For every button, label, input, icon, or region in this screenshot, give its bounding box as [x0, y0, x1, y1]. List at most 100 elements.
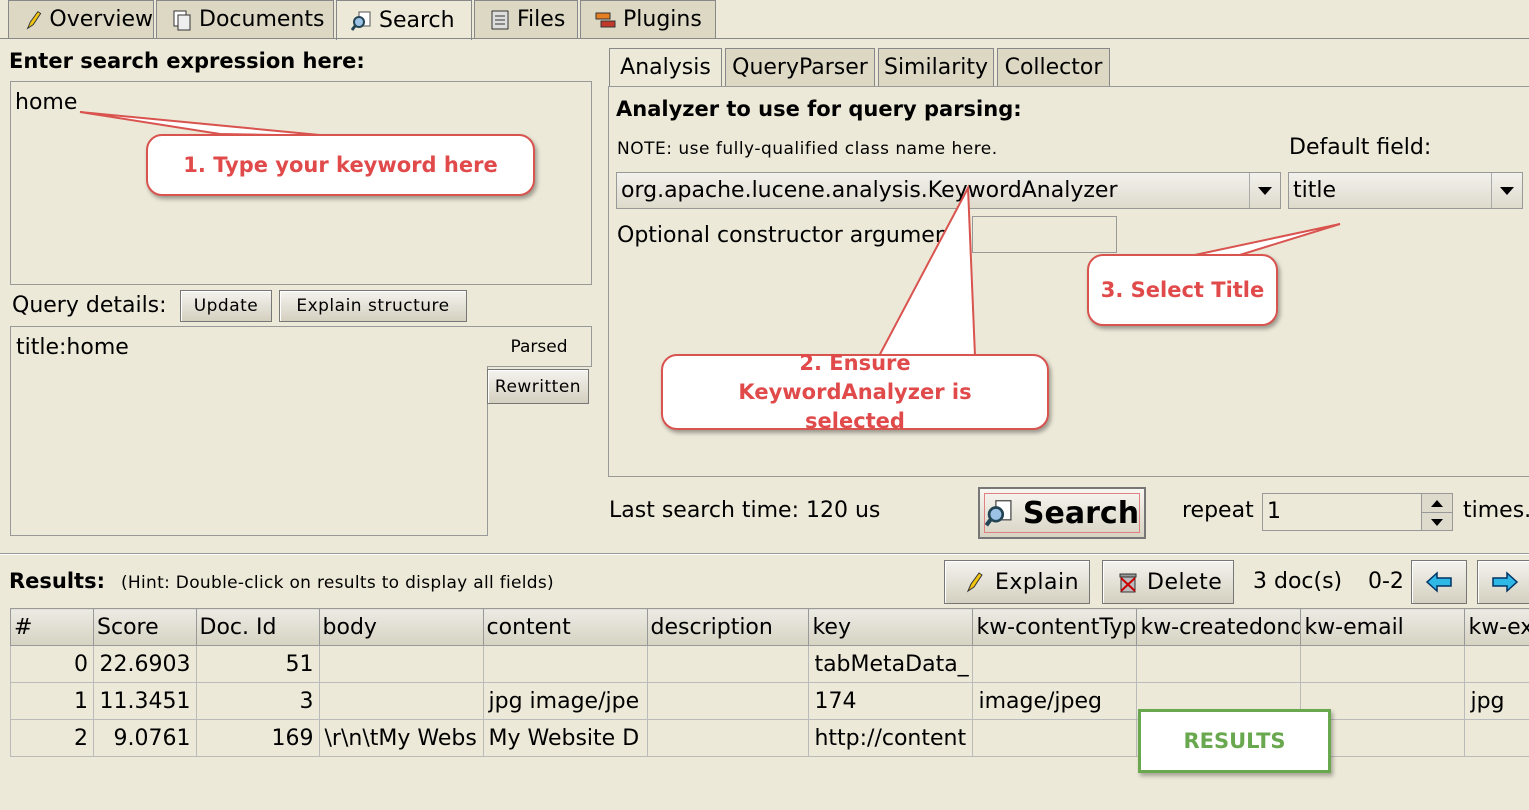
table-cell: 174: [808, 682, 974, 720]
column-header[interactable]: description: [646, 608, 810, 646]
analyzer-heading: Analyzer to use for query parsing:: [616, 97, 1022, 121]
prev-page-button[interactable]: [1411, 560, 1467, 604]
plugins-icon: [595, 12, 616, 27]
table-cell: [319, 756, 484, 794]
search-button[interactable]: Search: [978, 487, 1146, 539]
table-cell: 9.0761: [93, 719, 197, 757]
search-button-focus-ring: [984, 493, 1140, 533]
tab-search[interactable]: Search: [336, 0, 472, 40]
tab-queryparser[interactable]: QueryParser: [725, 48, 875, 86]
tab-overview[interactable]: Overview: [8, 0, 154, 38]
table-cell: [647, 756, 809, 794]
chevron-down-icon[interactable]: [1249, 173, 1280, 208]
result-range: 0-2: [1368, 569, 1404, 594]
table-cell: [1300, 645, 1466, 683]
tab-plugins[interactable]: Plugins: [580, 0, 716, 38]
table-cell: My Website D: [482, 719, 648, 757]
column-header[interactable]: kw-exten: [1464, 608, 1529, 646]
query-details-label: Query details:: [12, 293, 167, 318]
tab-rewritten[interactable]: Rewritten: [487, 369, 589, 404]
ctor-arg-input[interactable]: [972, 216, 1117, 253]
doc-count: 3 doc(s): [1253, 569, 1343, 594]
analyzer-note: NOTE: use fully-qualified class name her…: [617, 139, 998, 159]
last-search-time: Last search time: 120 us: [609, 498, 881, 523]
delete-button[interactable]: Delete: [1102, 560, 1234, 604]
column-header[interactable]: Score: [93, 608, 197, 646]
tab-analysis[interactable]: Analysis: [609, 48, 722, 86]
callout-ensure-analyzer: 2. Ensure KeywordAnalyzer is selected: [661, 351, 1049, 433]
table-cell: 1: [10, 682, 95, 720]
table-cell: 2: [10, 719, 95, 757]
tab-documents[interactable]: Documents: [156, 0, 334, 38]
search-icon: [351, 11, 371, 31]
next-page-button[interactable]: [1477, 560, 1529, 604]
repeat-label: repeat: [1182, 498, 1254, 523]
update-button[interactable]: Update: [180, 290, 272, 322]
column-header[interactable]: body: [318, 608, 484, 646]
ctor-arg-label: Optional constructor argument: [617, 223, 958, 248]
tab-collector[interactable]: Collector: [997, 48, 1110, 86]
results-hint: (Hint: Double-click on results to displa…: [121, 573, 554, 593]
table-cell: [646, 719, 810, 757]
table-cell: [318, 645, 484, 683]
table-cell: [646, 645, 810, 683]
table-cell: 11.3451: [93, 682, 197, 720]
table-cell: \r\n\tMy Webs: [318, 719, 484, 757]
files-icon: [491, 10, 509, 29]
repeat-input[interactable]: 1: [1262, 493, 1422, 531]
pencil-icon: [966, 572, 983, 593]
table-cell: 51: [195, 645, 320, 683]
table-cell: [1464, 719, 1529, 757]
spinner-down-icon[interactable]: [1422, 513, 1452, 531]
tab-parsed[interactable]: Parsed: [487, 326, 592, 367]
callout-select-title: 3. Select Title: [1087, 254, 1278, 326]
column-header[interactable]: content: [482, 608, 648, 646]
analyzer-select[interactable]: org.apache.lucene.analysis.KeywordAnalyz…: [616, 172, 1281, 209]
table-cell: [196, 756, 320, 794]
repeat-spinner[interactable]: [1421, 493, 1453, 531]
tab-files[interactable]: Files: [474, 0, 578, 38]
table-cell: [10, 756, 94, 794]
parsed-query-view: title:home: [10, 326, 488, 536]
spinner-up-icon[interactable]: [1422, 494, 1452, 513]
tab-similarity[interactable]: Similarity: [878, 48, 994, 86]
table-cell: 169: [195, 719, 320, 757]
default-field-select[interactable]: title: [1288, 172, 1523, 209]
table-cell: [972, 645, 1138, 683]
arrow-left-icon: [1425, 571, 1452, 593]
table-cell: [1464, 645, 1529, 683]
column-header[interactable]: kw-email: [1300, 608, 1466, 646]
table-row[interactable]: 0 22.6903 51 tabMetaData_: [10, 645, 1529, 683]
column-header[interactable]: kw-createdond: [1136, 608, 1302, 646]
arrow-right-icon: [1492, 571, 1519, 593]
column-header[interactable]: key: [808, 608, 974, 646]
results-header-row: # Score Doc. Id body content description key kw…: [10, 608, 1529, 646]
table-cell: [483, 756, 648, 794]
table-cell: image/jpeg: [972, 682, 1138, 720]
results-label: Results:: [9, 569, 105, 593]
table-cell: jpg image/jpe: [482, 682, 648, 720]
splitter[interactable]: [0, 553, 1529, 555]
explain-button[interactable]: Explain: [944, 560, 1090, 604]
table-cell: 22.6903: [93, 645, 197, 683]
column-header[interactable]: kw-contentTyp: [972, 608, 1138, 646]
chevron-down-icon[interactable]: [1491, 173, 1522, 208]
table-cell: http://content: [808, 719, 974, 757]
table-cell: tabMetaData_: [808, 645, 974, 683]
table-cell: 0: [10, 645, 95, 683]
column-header[interactable]: #: [10, 608, 95, 646]
table-cell: [972, 756, 1137, 794]
pencil-icon: [26, 10, 42, 30]
column-header[interactable]: Doc. Id: [195, 608, 320, 646]
tabs-divider: [0, 38, 1529, 39]
documents-icon: [173, 10, 191, 30]
table-cell: [482, 645, 648, 683]
times-label: times.: [1463, 498, 1529, 523]
table-cell: [646, 682, 810, 720]
table-cell: [318, 682, 484, 720]
explain-structure-button[interactable]: Explain structure: [279, 290, 467, 322]
table-cell: [808, 756, 973, 794]
table-cell: jpg: [1464, 682, 1529, 720]
default-field-label: Default field:: [1289, 135, 1432, 160]
table-cell: [972, 719, 1138, 757]
